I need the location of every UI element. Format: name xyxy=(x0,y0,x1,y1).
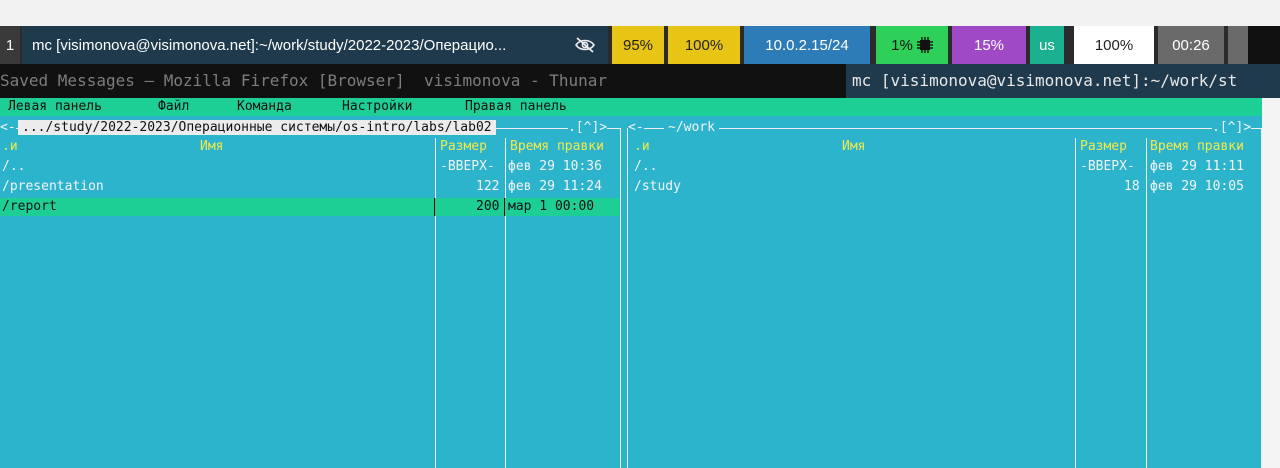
brightness-value: 100% xyxy=(1094,36,1134,54)
network-status[interactable]: 10.0.2.15/24 xyxy=(744,26,870,64)
menu-command[interactable]: Команда xyxy=(237,99,292,114)
cpu-status[interactable]: 1% xyxy=(876,26,948,64)
file-size: -ВВЕРХ- xyxy=(1080,159,1135,174)
right-panel-corner[interactable]: <- xyxy=(628,120,644,135)
window-tab-mc[interactable]: mc [visimonova@visimonova.net]:~/work/st xyxy=(846,64,1280,98)
focused-window-title: mc [visimonova@visimonova.net]:~/work/st… xyxy=(22,26,562,64)
battery-value: 95% xyxy=(622,36,654,54)
file-name: /study xyxy=(634,179,681,194)
battery-status[interactable]: 95% xyxy=(612,26,664,64)
right-panel-path[interactable]: ~/work xyxy=(664,120,719,135)
keyboard-layout[interactable]: us xyxy=(1030,26,1064,64)
edge-window xyxy=(1248,26,1280,64)
right-header-mtime[interactable]: Время правки xyxy=(1150,139,1244,154)
network-value: 10.0.2.15/24 xyxy=(765,36,849,54)
left-header-size[interactable]: Размер xyxy=(440,139,487,154)
file-name: /report xyxy=(2,199,57,214)
right-panel-history[interactable]: .[^]> xyxy=(1212,120,1252,135)
file-mtime: фев 29 11:11 xyxy=(1150,159,1244,174)
left-panel-path[interactable]: .../study/2022-2023/Операционные системы… xyxy=(18,120,496,135)
memory-status[interactable]: 15% xyxy=(952,26,1026,64)
left-panel-history[interactable]: .[^]> xyxy=(568,120,608,135)
window-tab-thunar[interactable]: visimonova - Thunar xyxy=(424,64,844,98)
right-header-name[interactable]: Имя xyxy=(842,139,865,154)
workspace-indicator[interactable]: 1 xyxy=(0,26,20,64)
file-mtime: фев 29 10:36 xyxy=(508,159,602,174)
file-mtime: фев 29 11:24 xyxy=(508,179,602,194)
cpu-value: 1% xyxy=(891,36,913,54)
brightness-status[interactable]: 100% xyxy=(1074,26,1154,64)
window-margin xyxy=(1262,98,1280,468)
volume-value: 100% xyxy=(684,36,724,54)
terminal: Левая панель Файл Команда Настройки Прав… xyxy=(0,98,1280,468)
file-mtime: мар 1 00:00 xyxy=(508,199,595,214)
file-size: 18 xyxy=(1124,179,1140,194)
file-size: 200 xyxy=(476,199,500,214)
right-header-size[interactable]: Размер xyxy=(1080,139,1127,154)
file-name: /.. xyxy=(2,159,26,174)
window-tab-bar: Saved Messages — Mozilla Firefox [Browse… xyxy=(0,64,1280,98)
left-header-sort[interactable]: .и xyxy=(2,139,18,154)
chip-icon xyxy=(916,37,933,53)
left-panel-corner[interactable]: <- xyxy=(0,120,16,135)
eye-slash-icon[interactable] xyxy=(562,26,608,64)
left-header-mtime[interactable]: Время правки xyxy=(510,139,604,154)
clock-value: 00:26 xyxy=(1172,36,1210,54)
volume-status[interactable]: 100% xyxy=(668,26,740,64)
clock[interactable]: 00:26 xyxy=(1158,26,1224,64)
menu-right-panel[interactable]: Правая панель xyxy=(465,99,567,114)
status-bar: 1 mc [visimonova@visimonova.net]:~/work/… xyxy=(0,26,1280,64)
tray-icon[interactable] xyxy=(1228,26,1248,64)
menu-file[interactable]: Файл xyxy=(158,99,189,114)
mc-menubar: Левая панель Файл Команда Настройки Прав… xyxy=(0,98,1262,116)
file-name: /presentation xyxy=(2,179,104,194)
memory-value: 15% xyxy=(973,36,1005,54)
selected-row[interactable]: /report 200 мар 1 00:00 xyxy=(0,198,620,216)
window-tab-firefox[interactable]: Saved Messages — Mozilla Firefox [Browse… xyxy=(0,64,414,98)
menu-settings[interactable]: Настройки xyxy=(342,99,412,114)
right-header-sort[interactable]: .и xyxy=(634,139,650,154)
file-mtime: фев 29 10:05 xyxy=(1150,179,1244,194)
left-header-name[interactable]: Имя xyxy=(200,139,223,154)
menu-left-panel[interactable]: Левая панель xyxy=(8,99,102,114)
file-name: /.. xyxy=(634,159,658,174)
file-size: 122 xyxy=(476,179,500,194)
keyboard-value: us xyxy=(1039,36,1055,54)
top-strip xyxy=(0,0,1280,26)
file-size: -ВВЕРХ- xyxy=(440,159,495,174)
